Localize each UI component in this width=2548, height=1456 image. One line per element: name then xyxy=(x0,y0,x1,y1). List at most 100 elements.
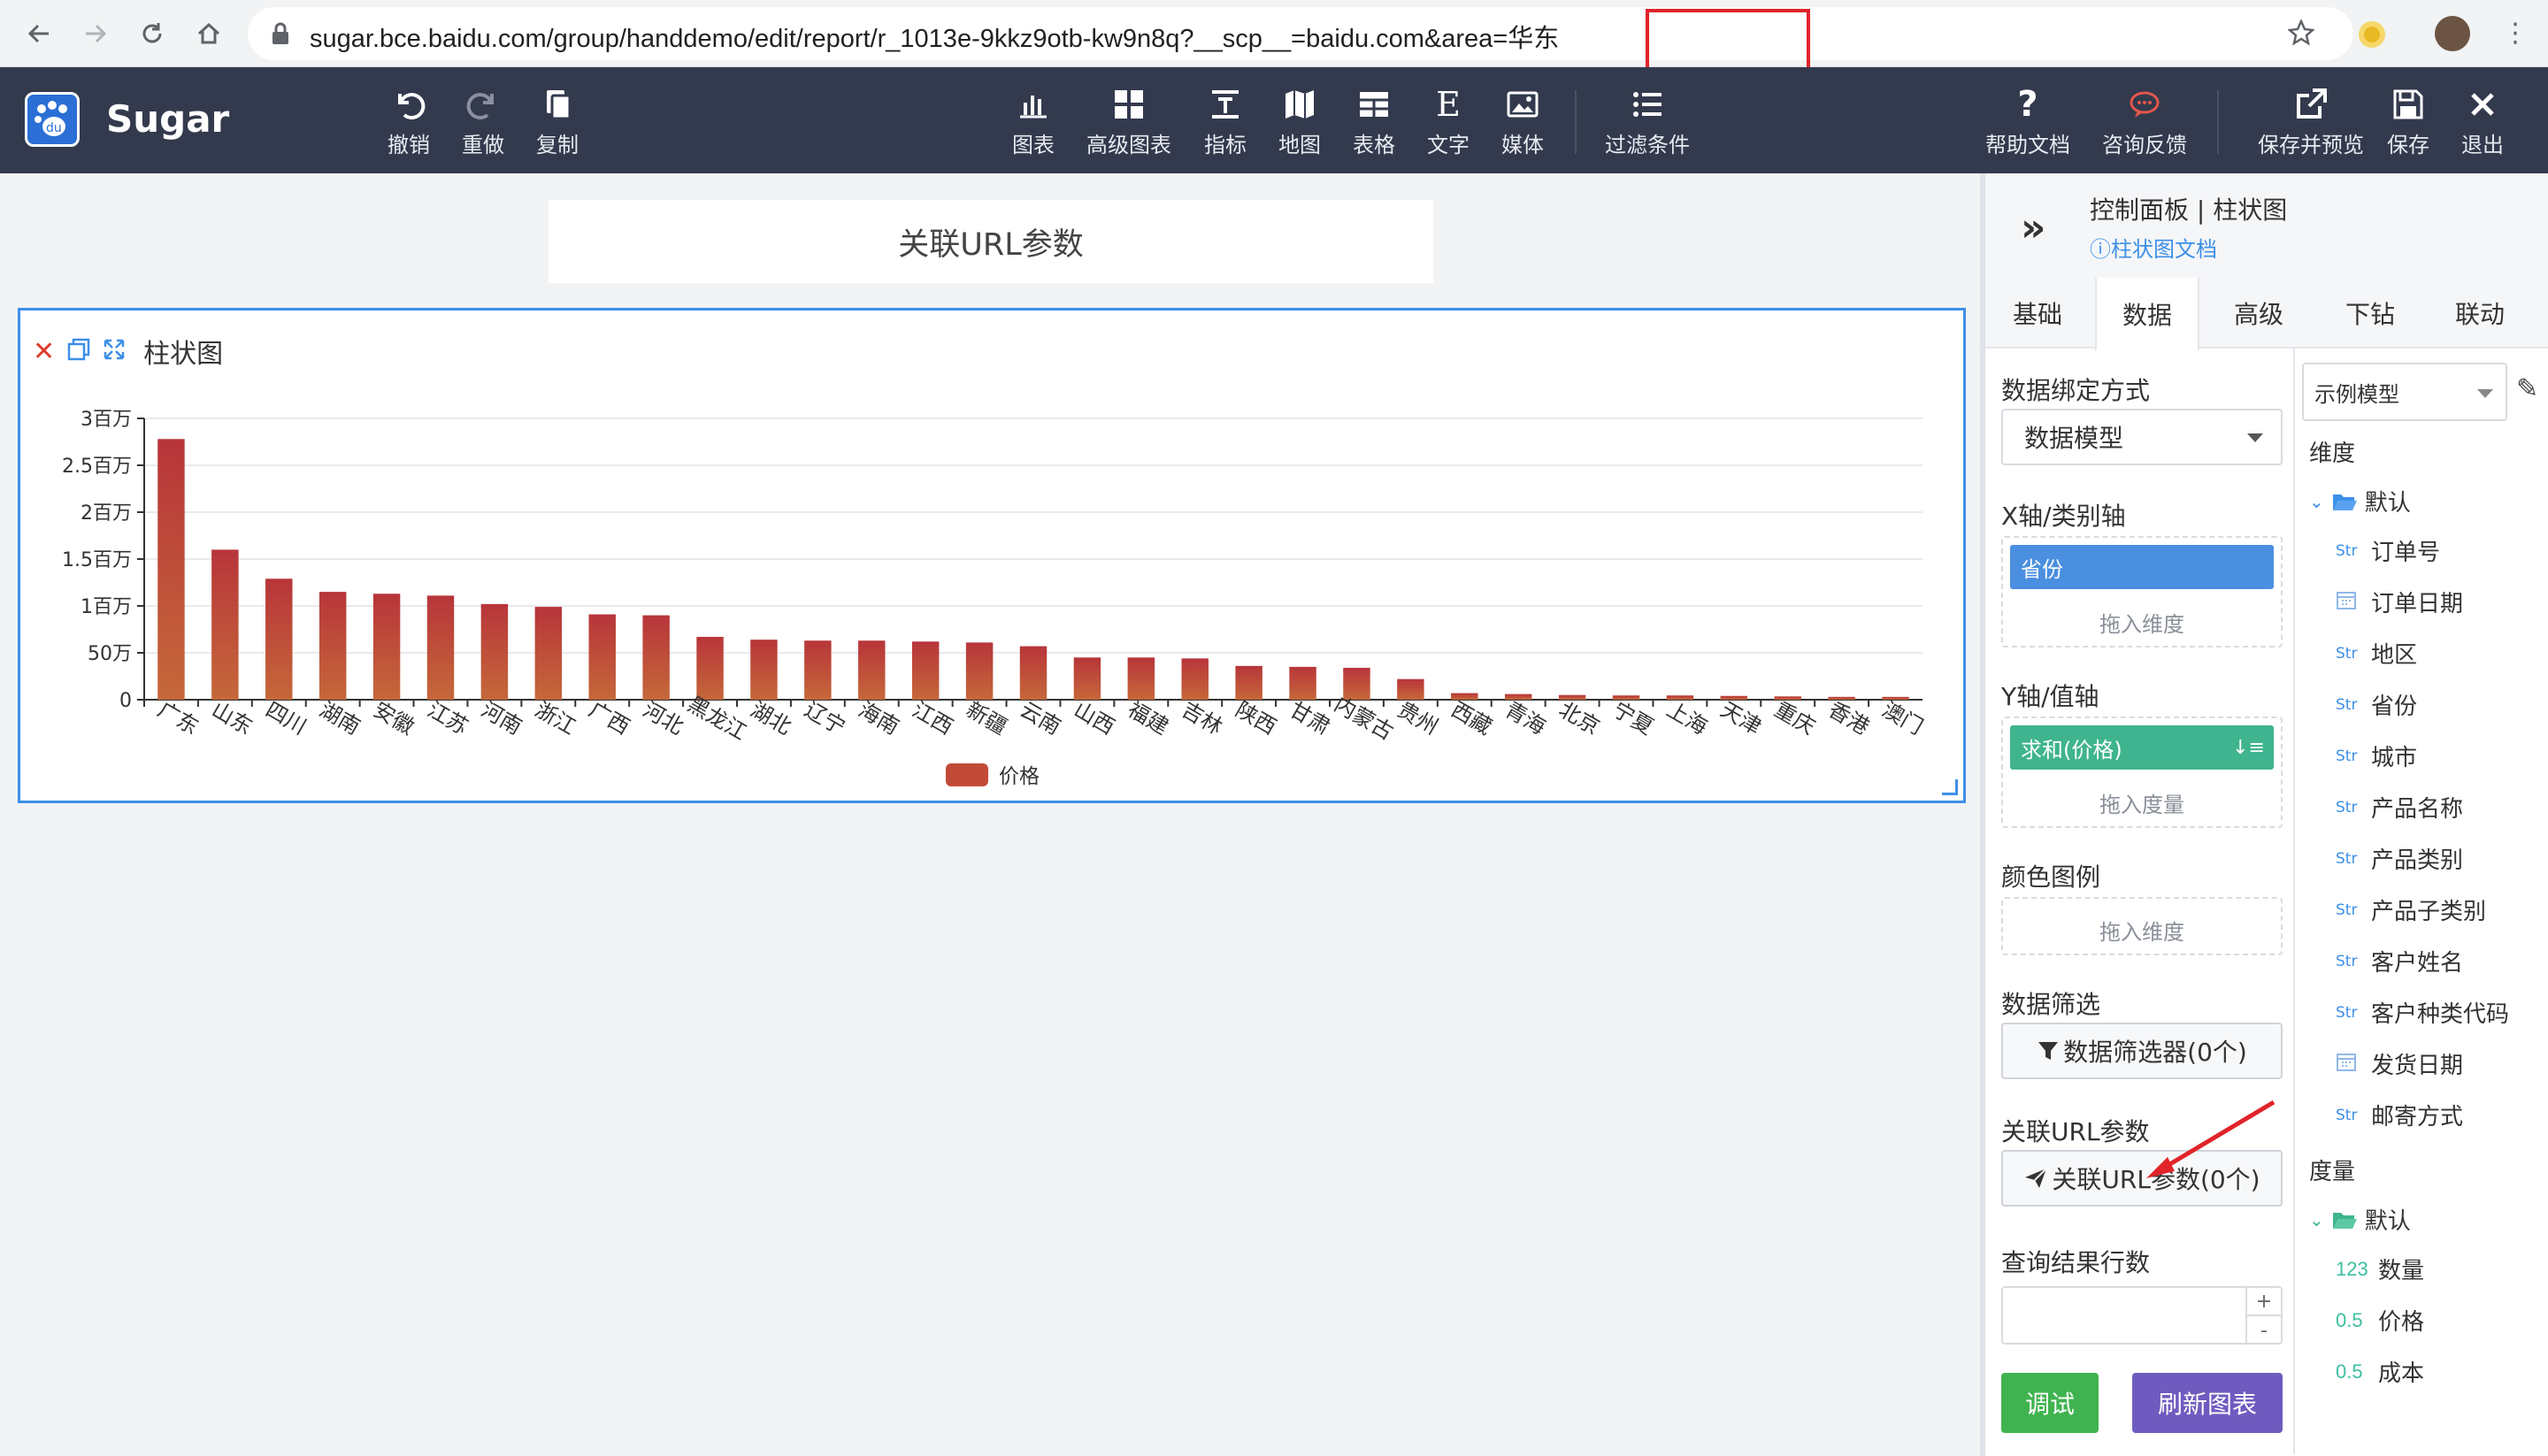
dimension-field-label: 发货日期 xyxy=(2371,1053,2464,1079)
extension-icon[interactable] xyxy=(2359,21,2385,48)
measure-field-item[interactable]: 0.5 成本 xyxy=(2336,1355,2424,1388)
string-type-icon: Str xyxy=(2336,747,2358,765)
save-preview-button[interactable]: 保存并预览 xyxy=(2253,85,2368,158)
data-filter-button[interactable]: 数据筛选器(0个) xyxy=(2001,1023,2283,1079)
y-axis-field-pill[interactable]: 求和(价格) ↓≡ xyxy=(2010,725,2274,770)
advanced-chart-button[interactable]: 高级图表 xyxy=(1080,85,1178,158)
address-bar[interactable]: sugar.bce.baidu.com/group/handdemo/edit/… xyxy=(248,7,2353,71)
result-rows-input[interactable]: + - xyxy=(2001,1286,2283,1345)
map-icon xyxy=(1282,85,1317,124)
forward-arrow-icon[interactable] xyxy=(74,12,117,55)
dimension-field-item[interactable]: Str 城市 xyxy=(2336,739,2417,772)
string-type-icon: Str xyxy=(2336,1106,2358,1124)
chart-button[interactable]: 图表 xyxy=(985,85,1082,158)
string-type-icon: Str xyxy=(2336,1003,2358,1022)
refresh-chart-button[interactable]: 刷新图表 xyxy=(2132,1373,2283,1433)
tab-drilldown[interactable]: 下钻 xyxy=(2318,278,2422,349)
measure-folder[interactable]: ⌄ 默认 xyxy=(2309,1203,2411,1236)
x-tick-label: 四川 xyxy=(261,697,311,739)
bar-chart-icon xyxy=(1016,85,1051,124)
dimension-field-item[interactable]: Str 产品子类别 xyxy=(2336,893,2486,926)
data-filter-label: 数据筛选 xyxy=(2001,990,2101,1019)
model-select[interactable]: 示例模型 xyxy=(2302,363,2507,421)
dimension-field-item[interactable]: Str 邮寄方式 xyxy=(2336,1099,2463,1131)
dimension-field-item[interactable]: Str 订单号 xyxy=(2336,534,2440,567)
dimension-field-item[interactable]: Str 客户姓名 xyxy=(2336,945,2463,977)
help-doc-label: 帮助文档 xyxy=(1985,133,2070,157)
edit-pencil-icon[interactable]: ✎ xyxy=(2516,373,2538,404)
exit-button[interactable]: 退出 xyxy=(2434,85,2531,158)
filter-condition-button[interactable]: 过滤条件 xyxy=(1599,85,1696,158)
dimension-field-item[interactable]: Str 省份 xyxy=(2336,688,2417,721)
dimension-field-label: 订单日期 xyxy=(2371,591,2464,617)
x-axis-dropzone[interactable]: 省份 拖入维度 xyxy=(2001,536,2283,648)
list-icon xyxy=(1630,85,1665,124)
more-menu-icon[interactable]: ⋮ xyxy=(2502,18,2529,49)
dimension-field-item[interactable]: 发货日期 xyxy=(2336,1047,2463,1080)
sort-desc-icon[interactable]: ↓≡ xyxy=(2232,737,2265,759)
close-icon xyxy=(2465,85,2500,124)
dimension-field-label: 城市 xyxy=(2371,745,2418,771)
x-tick-label: 甘肃 xyxy=(1286,697,1335,739)
bar-甘肃 xyxy=(1289,666,1316,700)
debug-button[interactable]: 调试 xyxy=(2001,1373,2099,1433)
tab-linkage[interactable]: 联动 xyxy=(2428,278,2532,349)
bar-chart-card[interactable]: 0 50万 1百万 1.5百万 2百万 2.5百万 3百万 广东 山东 四川 湖南 安徽 江苏 河南 浙江广… xyxy=(18,308,1966,803)
measure-field-item[interactable]: 0.5 价格 xyxy=(2336,1304,2424,1337)
measure-field-item[interactable]: 123 数量 xyxy=(2336,1253,2424,1285)
chart-doc-link[interactable]: ⓘ柱状图文档 xyxy=(2090,232,2217,263)
filter-condition-label: 过滤条件 xyxy=(1605,133,1690,157)
bar-河北 xyxy=(642,615,670,700)
redo-label: 重做 xyxy=(462,133,504,157)
copy-button[interactable]: 复制 xyxy=(509,85,606,158)
string-type-icon: Str xyxy=(2336,541,2358,560)
floppy-icon xyxy=(2391,85,2426,124)
back-arrow-icon[interactable] xyxy=(18,12,60,55)
y-axis-dropzone[interactable]: 求和(价格) ↓≡ 拖入度量 xyxy=(2001,717,2283,828)
binding-select[interactable]: 数据模型 xyxy=(2001,409,2283,465)
measure-folder-label: 默认 xyxy=(2364,1208,2411,1235)
dimension-field-item[interactable]: Str 地区 xyxy=(2336,637,2417,670)
bookmark-star-icon[interactable] xyxy=(2287,18,2315,50)
media-button[interactable]: 媒体 xyxy=(1474,85,1571,158)
tab-data[interactable]: 数据 xyxy=(2095,278,2199,350)
tab-basic[interactable]: 基础 xyxy=(1985,278,2090,349)
color-legend-dropzone[interactable]: 拖入维度 xyxy=(2001,897,2283,955)
toolbar-divider xyxy=(2217,90,2219,154)
y-tick-label: 1.5百万 xyxy=(62,549,132,571)
home-icon[interactable] xyxy=(188,12,230,55)
help-doc-button[interactable]: ? 帮助文档 xyxy=(1979,84,2076,158)
increment-button[interactable]: + xyxy=(2245,1288,2281,1316)
x-tick-label: 香港 xyxy=(1824,697,1874,739)
reload-icon[interactable] xyxy=(131,12,173,55)
x-tick-label: 澳门 xyxy=(1878,697,1928,739)
feedback-button[interactable]: 咨询反馈 xyxy=(2096,85,2193,158)
dimension-field-label: 产品子类别 xyxy=(2371,899,2487,925)
bar-海南 xyxy=(858,640,886,700)
duplicate-chart-icon[interactable] xyxy=(67,338,90,364)
url-param-text-block[interactable]: 关联URL参数 xyxy=(549,200,1433,283)
avatar[interactable] xyxy=(2435,16,2470,51)
legend-swatch xyxy=(946,763,988,786)
delete-chart-icon[interactable]: ✕ xyxy=(33,336,55,367)
expand-chart-icon[interactable] xyxy=(103,338,126,364)
x-axis-field-pill[interactable]: 省份 xyxy=(2010,545,2274,589)
send-icon xyxy=(2025,1168,2048,1188)
sugar-logo: du xyxy=(25,92,80,147)
dimension-field-item[interactable]: 订单日期 xyxy=(2336,586,2463,618)
dimension-field-item[interactable]: Str 客户种类代码 xyxy=(2336,996,2509,1029)
save-preview-label: 保存并预览 xyxy=(2258,133,2364,157)
decrement-button[interactable]: - xyxy=(2245,1316,2281,1345)
tab-advanced[interactable]: 高级 xyxy=(2206,278,2311,349)
feedback-label: 咨询反馈 xyxy=(2102,133,2187,157)
dimension-folder[interactable]: ⌄ 默认 xyxy=(2309,485,2411,517)
dimension-field-item[interactable]: Str 产品名称 xyxy=(2336,791,2463,824)
y-tick-label: 0 xyxy=(119,690,132,712)
binding-label: 数据绑定方式 xyxy=(2001,376,2151,405)
resize-handle[interactable] xyxy=(1942,779,1958,795)
copy-label: 复制 xyxy=(536,133,579,157)
x-tick-label: 广西 xyxy=(585,697,634,739)
collapse-panel-icon[interactable]: » xyxy=(2021,205,2045,250)
help-circle-icon: ⓘ xyxy=(2090,237,2111,262)
dimension-field-item[interactable]: Str 产品类别 xyxy=(2336,842,2463,875)
